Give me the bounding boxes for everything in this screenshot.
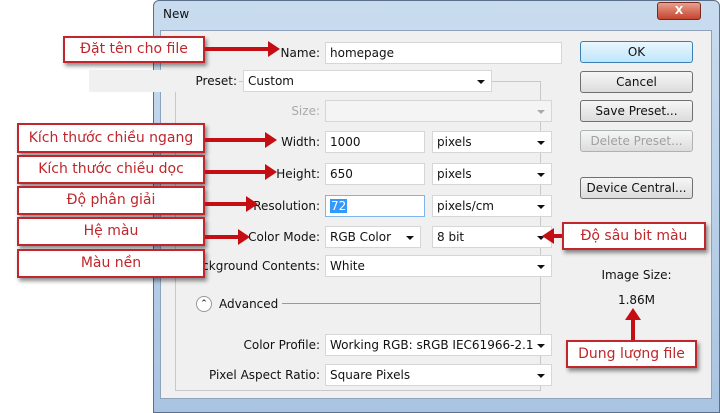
resolution-value: 72 xyxy=(330,199,348,213)
height-input[interactable]: 650 xyxy=(325,163,425,185)
color-profile-select[interactable]: Working RGB: sRGB IEC61966-2.1 xyxy=(325,334,552,356)
size-select[interactable] xyxy=(325,100,552,122)
arrow-color-mode xyxy=(205,229,250,245)
ok-button[interactable]: OK xyxy=(580,41,693,63)
resolution-unit-select[interactable]: pixels/cm xyxy=(432,195,552,217)
collapse-advanced-icon[interactable]: ⌃ xyxy=(196,296,212,312)
callout-color-mode: Hệ màu xyxy=(17,217,205,246)
callout-bit-depth: Độ sâu bit màu xyxy=(562,222,706,250)
device-central-button[interactable]: Device Central... xyxy=(580,177,693,199)
callout-width: Kích thước chiều ngang xyxy=(17,123,205,153)
delete-preset-button[interactable]: Delete Preset... xyxy=(580,130,693,152)
image-size-value: 1.86M xyxy=(617,293,656,307)
preset-select[interactable]: Custom xyxy=(243,70,492,92)
background-select[interactable]: White xyxy=(325,255,552,277)
arrow-width xyxy=(205,132,277,148)
callout-background: Màu nền xyxy=(17,249,205,278)
arrow-bit-depth xyxy=(542,228,562,244)
bit-depth-select[interactable]: 8 bit xyxy=(432,226,552,248)
height-unit-select[interactable]: pixels xyxy=(432,163,552,185)
advanced-divider xyxy=(282,303,540,304)
size-label: Size: xyxy=(291,104,320,118)
save-preset-button[interactable]: Save Preset... xyxy=(580,100,693,122)
callout-resolution: Độ phân giải xyxy=(17,186,205,215)
callout-height: Kích thước chiều dọc xyxy=(17,155,205,184)
resolution-input[interactable]: 72 xyxy=(325,195,425,217)
arrow-resolution xyxy=(205,196,258,212)
arrow-name xyxy=(205,41,280,57)
image-size-label: Image Size: xyxy=(601,268,672,282)
arrow-height xyxy=(205,164,277,180)
color-profile-label: Color Profile: xyxy=(243,338,321,352)
close-button[interactable]: X xyxy=(657,2,701,20)
preset-label: Preset: xyxy=(89,70,239,92)
cancel-button[interactable]: Cancel xyxy=(580,71,693,93)
callout-file-size: Dung lượng file xyxy=(566,340,697,368)
advanced-label: Advanced xyxy=(219,297,279,311)
width-input[interactable]: 1000 xyxy=(325,131,425,153)
pixel-aspect-label: Pixel Aspect Ratio: xyxy=(209,368,320,382)
arrow-file-size xyxy=(625,308,641,340)
pixel-aspect-select[interactable]: Square Pixels xyxy=(325,364,552,386)
name-input[interactable]: homepage xyxy=(325,42,562,64)
callout-name: Đặt tên cho file xyxy=(63,36,205,63)
width-unit-select[interactable]: pixels xyxy=(432,131,552,153)
dialog-title: New xyxy=(163,7,190,21)
color-mode-select[interactable]: RGB Color xyxy=(325,226,421,248)
